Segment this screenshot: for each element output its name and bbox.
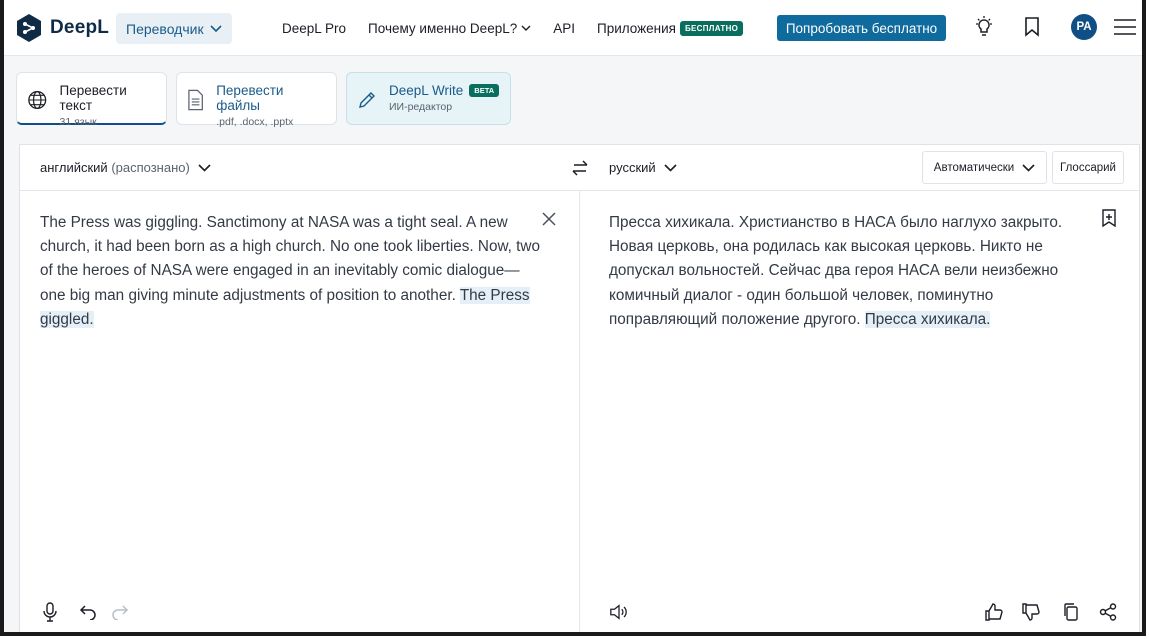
free-badge: БЕСПЛАТНО — [679, 20, 744, 36]
try-free-button[interactable]: Попробовать бесплатно — [777, 15, 946, 41]
speaker-icon[interactable] — [609, 602, 629, 622]
source-language-name: английский — [40, 160, 108, 175]
undo-icon[interactable] — [78, 602, 98, 622]
source-text-input[interactable]: The Press was giggling. Sanctimony at NA… — [40, 211, 540, 332]
tab-translate-text-subtitle: 31 язык — [59, 116, 97, 128]
target-text-highlight: Пресса хихикала. — [864, 310, 991, 328]
nav-apps-label: Приложения — [597, 20, 676, 36]
tab-translate-text-title: Перевести текст — [59, 83, 127, 113]
target-text-output[interactable]: Пресса хихикала. Христианство в НАСА был… — [609, 211, 1089, 332]
chevron-down-icon — [210, 24, 222, 32]
deepl-write-label: DeepL Write — [389, 83, 464, 98]
tab-deepl-write-subtitle: ИИ-редактор — [389, 101, 453, 113]
tab-translate-text[interactable]: Перевести текст 31 язык — [16, 72, 167, 128]
clear-text-icon[interactable] — [541, 211, 557, 227]
source-language-label: английский (распознано) — [40, 160, 190, 175]
nav-api[interactable]: API — [553, 21, 575, 36]
tab-translate-files-subtitle: .pdf, .docx, .pptx — [216, 116, 294, 128]
copy-icon[interactable] — [1061, 602, 1081, 622]
source-detected-label: (распознано) — [111, 160, 190, 175]
beta-badge: BETA — [469, 84, 500, 97]
formality-label: Автоматически — [933, 161, 1015, 174]
chevron-down-icon — [664, 163, 677, 172]
nav-apps[interactable]: Приложения БЕСПЛАТНО — [597, 20, 744, 36]
chevron-down-icon — [1022, 163, 1035, 172]
formality-select[interactable]: Автоматически — [922, 151, 1047, 184]
globe-icon — [28, 90, 47, 110]
main-nav: DeepL Pro Почему именно DeepL? API Прило… — [282, 0, 744, 56]
nav-why-label: Почему именно DeepL? — [368, 20, 518, 36]
thumbs-down-icon[interactable] — [1021, 602, 1041, 622]
deepl-logo[interactable]: DeepL — [16, 13, 109, 43]
chevron-down-icon — [198, 163, 211, 172]
lightbulb-icon[interactable] — [972, 15, 996, 39]
hamburger-menu-icon[interactable] — [1112, 15, 1138, 39]
tab-deepl-write[interactable]: DeepL Write BETA ИИ-редактор — [346, 72, 511, 125]
thumbs-up-icon[interactable] — [984, 602, 1004, 622]
target-language-select[interactable]: русский — [609, 160, 677, 175]
share-icon[interactable] — [1098, 602, 1118, 622]
language-bar: английский (распознано) русский Автомати… — [20, 145, 1139, 191]
top-header: DeepL Переводчик DeepL Pro Почему именно… — [4, 0, 1142, 56]
nav-deepl-pro[interactable]: DeepL Pro — [282, 21, 346, 36]
bookmark-icon[interactable] — [1020, 15, 1044, 39]
source-language-select[interactable]: английский (распознано) — [40, 160, 211, 175]
document-icon — [188, 89, 203, 111]
add-to-list-icon[interactable] — [1101, 209, 1119, 229]
deepl-logo-icon — [17, 14, 41, 42]
translator-menu-button[interactable]: Переводчик — [116, 13, 232, 44]
tab-translate-files[interactable]: Перевести файлы .pdf, .docx, .pptx — [176, 72, 337, 128]
panel-divider — [579, 191, 580, 632]
user-avatar[interactable]: PA — [1071, 14, 1097, 40]
microphone-icon[interactable] — [40, 602, 60, 622]
logo-text: DeepL — [50, 17, 110, 38]
tab-translate-files-title: Перевести файлы — [216, 83, 284, 113]
nav-why-deepl[interactable]: Почему именно DeepL? — [368, 21, 531, 36]
target-text-body: Пресса хихикала. Христианство в НАСА был… — [609, 214, 1063, 328]
swap-languages-icon[interactable] — [570, 158, 590, 178]
redo-icon[interactable] — [110, 602, 130, 622]
tab-deepl-write-title: DeepL Write BETA — [389, 83, 500, 98]
app-window: DeepL Переводчик DeepL Pro Почему именно… — [0, 0, 1146, 636]
translation-panel: английский (распознано) русский Автомати… — [19, 144, 1140, 632]
pen-icon — [359, 92, 375, 108]
glossary-button[interactable]: Глоссарий — [1052, 151, 1124, 184]
translator-label: Переводчик — [126, 20, 204, 37]
chevron-down-icon — [521, 25, 531, 31]
target-language-name: русский — [609, 160, 656, 175]
